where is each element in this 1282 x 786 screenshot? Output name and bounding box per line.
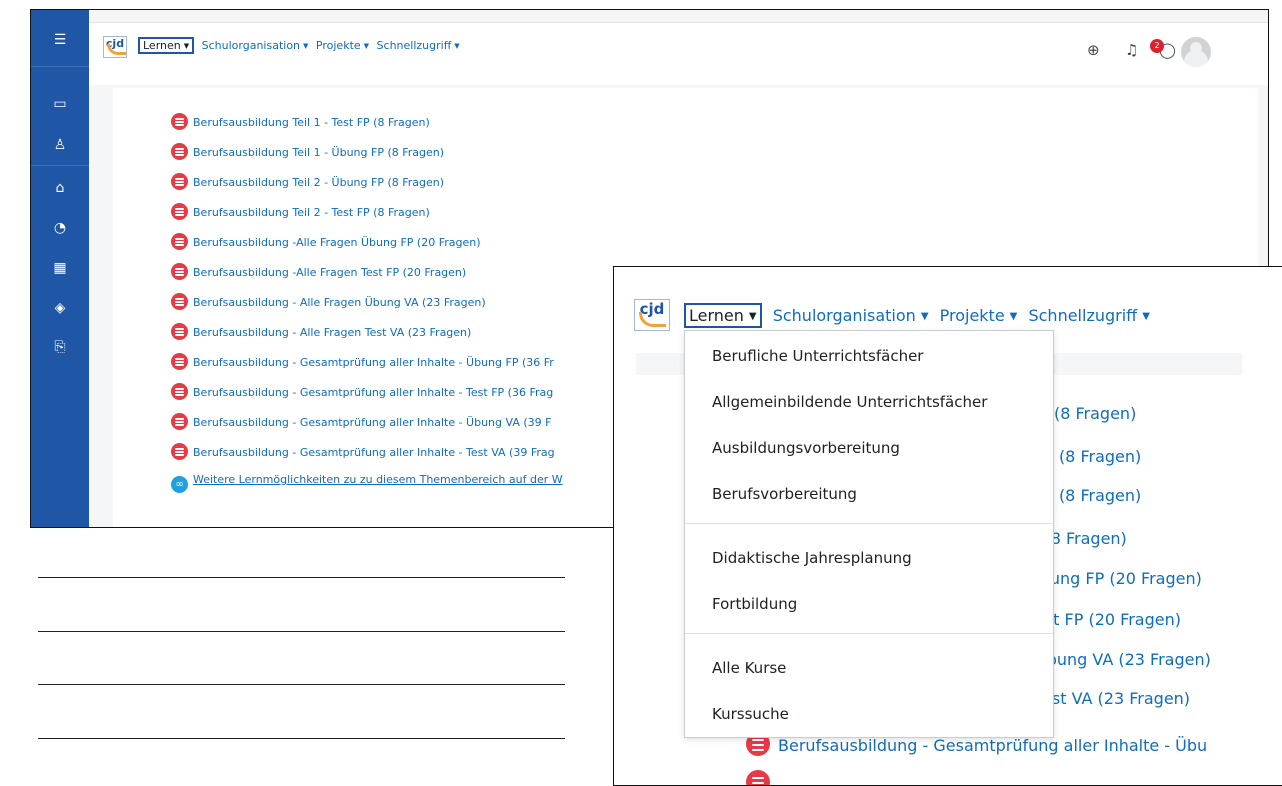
quiz-link[interactable]: Berufsausbildung - Gesamtprüfung aller I… (171, 383, 553, 400)
dropdown-item-kurssuche[interactable]: Kurssuche (712, 705, 789, 723)
rail-divider (31, 165, 89, 166)
quiz-link[interactable]: Berufsausbildung -Alle Fragen Test FP (2… (171, 263, 466, 280)
participants-icon[interactable]: ♙ (31, 135, 89, 155)
quiz-icon (171, 413, 188, 430)
quiz-link[interactable]: Berufsausbildung Teil 1 - Übung FP (8 Fr… (171, 143, 444, 160)
dropdown-item-alle-kurse[interactable]: Alle Kurse (712, 659, 786, 677)
quiz-icon (171, 383, 188, 400)
quiz-icon (171, 293, 188, 310)
quiz-link[interactable]: Berufsausbildung -Alle Fragen Übung FP (… (171, 233, 481, 250)
more-learning-link[interactable]: ∞ Weitere Lernmöglichkeiten zu zu diesem … (171, 473, 563, 493)
quiz-icon (171, 233, 188, 250)
quiz-link-fragment[interactable]: Jbung FP (20 Fragen) (1035, 569, 1202, 588)
message-count-badge: 2 (1150, 39, 1164, 53)
quiz-icon (171, 143, 188, 160)
url-link-icon: ∞ (171, 476, 188, 493)
nav-lernen[interactable]: Lernen ▼ (684, 303, 762, 328)
brand-logo[interactable]: cjd (103, 36, 127, 58)
caret-down-icon: ▼ (748, 311, 757, 322)
quiz-link[interactable] (746, 770, 778, 785)
quiz-icon (746, 770, 770, 785)
quiz-icon (171, 323, 188, 340)
caret-down-icon: ▼ (1142, 311, 1150, 322)
quiz-link[interactable]: Berufsausbildung - Gesamtprüfung aller I… (171, 413, 551, 430)
language-globe-icon[interactable]: ⊕ (1087, 41, 1100, 59)
calendar-icon[interactable]: ▦ (31, 258, 89, 278)
quiz-link[interactable]: Berufsausbildung - Gesamtprüfung aller I… (171, 353, 554, 370)
quiz-link[interactable]: Berufsausbildung Teil 2 - Test FP (8 Fra… (171, 203, 430, 220)
caret-down-icon: ▼ (920, 311, 929, 322)
dropdown-item-fortbildung[interactable]: Fortbildung (712, 595, 797, 613)
quiz-link-fragment[interactable]: (8 Fragen) (1054, 404, 1136, 423)
quiz-icon (171, 203, 188, 220)
notification-bell-icon[interactable]: ♫ (1125, 41, 1138, 59)
primary-nav: Lernen ▼ Schulorganisation ▼ Projekte ▼ Sch… (138, 37, 460, 54)
caret-down-icon: ▼ (1009, 311, 1018, 322)
caret-down-icon: ▼ (183, 42, 190, 50)
quiz-link[interactable]: Berufsausbildung - Alle Fragen Test VA (… (171, 323, 471, 340)
quiz-link[interactable]: Berufsausbildung Teil 1 - Test FP (8 Fra… (171, 113, 430, 130)
left-nav-rail: ☰ ▭ ♙ ⌂ ◔ ▦ ◈ ⎘ (31, 10, 89, 527)
quiz-link-fragment[interactable]: Übung VA (23 Fragen) (1035, 650, 1211, 669)
quiz-icon (171, 113, 188, 130)
quiz-icon (171, 263, 188, 280)
dropdown-item-berufsvorbereitung[interactable]: Berufsvorbereitung (712, 485, 857, 503)
content-bank-icon[interactable]: ⎘ (31, 337, 89, 357)
folder-icon[interactable]: ▭ (31, 94, 89, 114)
brand-logo[interactable]: cjd (634, 299, 670, 331)
primary-nav: Lernen ▼ Schulorganisation ▼ Projekte ▼ Sch… (684, 303, 1150, 328)
blank-answer-line (38, 684, 565, 685)
nav-schulorganisation[interactable]: Schulorganisation ▼ (773, 306, 929, 325)
dropdown-divider (685, 523, 1053, 524)
nav-schnellzugriff[interactable]: Schnellzugriff ▼ (377, 39, 460, 52)
caret-down-icon: ▼ (363, 42, 370, 50)
quiz-link[interactable]: Berufsausbildung - Gesamtprüfung aller I… (171, 443, 555, 460)
nav-schnellzugriff[interactable]: Schnellzugriff ▼ (1028, 306, 1149, 325)
lernen-dropdown-menu: Berufliche Unterrichtsfächer Allgemeinbi… (684, 330, 1054, 738)
screenshot-dropdown-zoom: cjd Lernen ▼ Schulorganisation ▼ Projekte ▼… (613, 266, 1282, 786)
blank-answer-line (38, 631, 565, 632)
nav-lernen[interactable]: Lernen ▼ (138, 37, 195, 54)
quiz-icon (171, 353, 188, 370)
nav-projekte[interactable]: Projekte ▼ (316, 39, 369, 52)
caret-down-icon: ▼ (454, 42, 460, 50)
user-avatar[interactable] (1181, 37, 1211, 67)
home-icon[interactable]: ⌂ (31, 178, 89, 198)
quiz-link[interactable]: Berufsausbildung - Alle Fragen Übung VA … (171, 293, 486, 310)
blank-answer-line (38, 738, 565, 739)
nav-projekte[interactable]: Projekte ▼ (940, 306, 1018, 325)
dropdown-item-allgemeinbildende-unterrichtsfaecher[interactable]: Allgemeinbildende Unterrichtsfächer (712, 393, 987, 411)
caret-down-icon: ▼ (303, 42, 309, 50)
dropdown-item-ausbildungsvorbereitung[interactable]: Ausbildungsvorbereitung (712, 439, 900, 457)
quiz-link-fragment[interactable]: Test VA (23 Fragen) (1035, 689, 1190, 708)
dropdown-divider (685, 633, 1053, 634)
menu-icon[interactable]: ☰ (31, 30, 89, 50)
quiz-link-fragment[interactable]: est FP (20 Fragen) (1035, 610, 1181, 629)
quiz-icon (171, 443, 188, 460)
quiz-icon (171, 173, 188, 190)
quiz-link[interactable]: Berufsausbildung Teil 2 - Übung FP (8 Fr… (171, 173, 444, 190)
dropdown-item-didaktische-jahresplanung[interactable]: Didaktische Jahresplanung (712, 549, 912, 567)
dropdown-item-berufliche-unterrichtsfaecher[interactable]: Berufliche Unterrichtsfächer (712, 347, 923, 365)
blank-answer-line (38, 577, 565, 578)
rail-divider (31, 66, 89, 67)
dashboard-icon[interactable]: ◔ (31, 218, 89, 238)
courses-icon[interactable]: ◈ (31, 298, 89, 318)
nav-schulorganisation[interactable]: Schulorganisation ▼ (202, 39, 309, 52)
